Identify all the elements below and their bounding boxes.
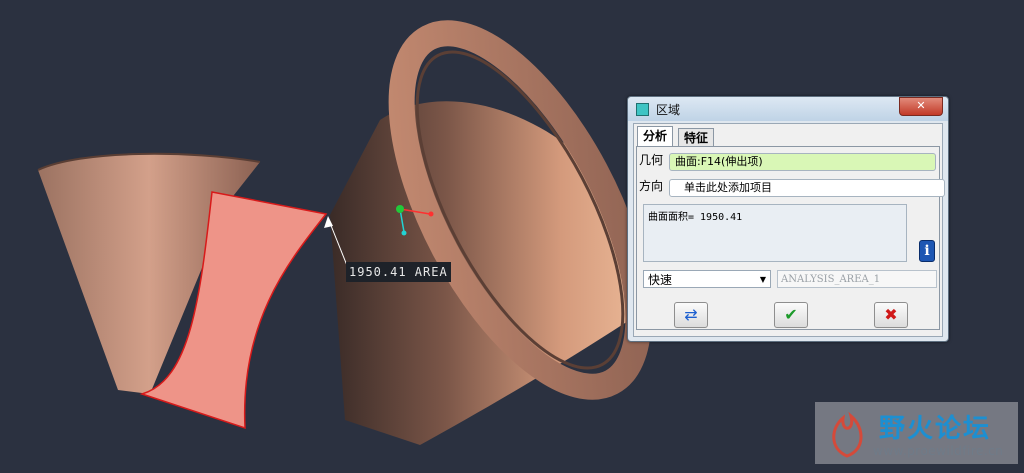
check-icon: ✔ [784,305,798,324]
close-button[interactable]: ✕ [899,97,943,116]
ok-button[interactable]: ✔ [774,302,808,328]
tab-analysis-label: 分析 [643,129,668,143]
geometry-collector[interactable]: 曲面:F14(伸出项) [669,153,936,171]
tab-analysis[interactable]: 分析 [637,126,674,148]
window-icon [636,103,649,116]
info-icon[interactable]: i [919,240,935,262]
dialog-titlebar[interactable]: 区域 ✕ [628,97,948,121]
area-callout: 1950.41 AREA [346,262,451,282]
close-icon: ✕ [916,99,926,112]
repeat-icon: ⇄ [684,305,698,324]
dialog-title: 区域 [656,103,681,117]
direction-label: 方向 [639,179,664,193]
geometry-label: 几何 [639,153,664,167]
flame-logo-icon [832,411,863,458]
tab-feature[interactable]: 特征 [678,128,715,147]
watermark-title: 野火论坛 [879,414,992,444]
area-analysis-dialog: 区域 ✕ 分析 特征 几何 曲面:F14(伸出项) 方向 单击此处添加项目 曲面… [627,96,949,342]
mode-select[interactable]: 快速 ▼ [643,270,771,288]
analysis-name-input[interactable]: ANALYSIS_AREA_1 [777,270,937,288]
x-icon: ✖ [884,305,898,324]
forum-watermark: 野火论坛 www.proewildfire.cn [815,402,1018,464]
tab-feature-label: 特征 [684,131,709,145]
mode-select-value: 快速 [648,273,673,287]
direction-collector[interactable]: 单击此处添加项目 [669,179,945,197]
repeat-button[interactable]: ⇄ [674,302,708,328]
result-textbox: 曲面面积= 1950.41 [643,204,907,262]
watermark-url: www.proewildfire.cn [873,444,1004,458]
cancel-button[interactable]: ✖ [874,302,908,328]
triad-origin-icon [396,205,404,213]
dialog-client: 分析 特征 几何 曲面:F14(伸出项) 方向 单击此处添加项目 曲面面积= 1… [633,123,945,337]
dropdown-arrow-icon: ▼ [759,275,766,284]
